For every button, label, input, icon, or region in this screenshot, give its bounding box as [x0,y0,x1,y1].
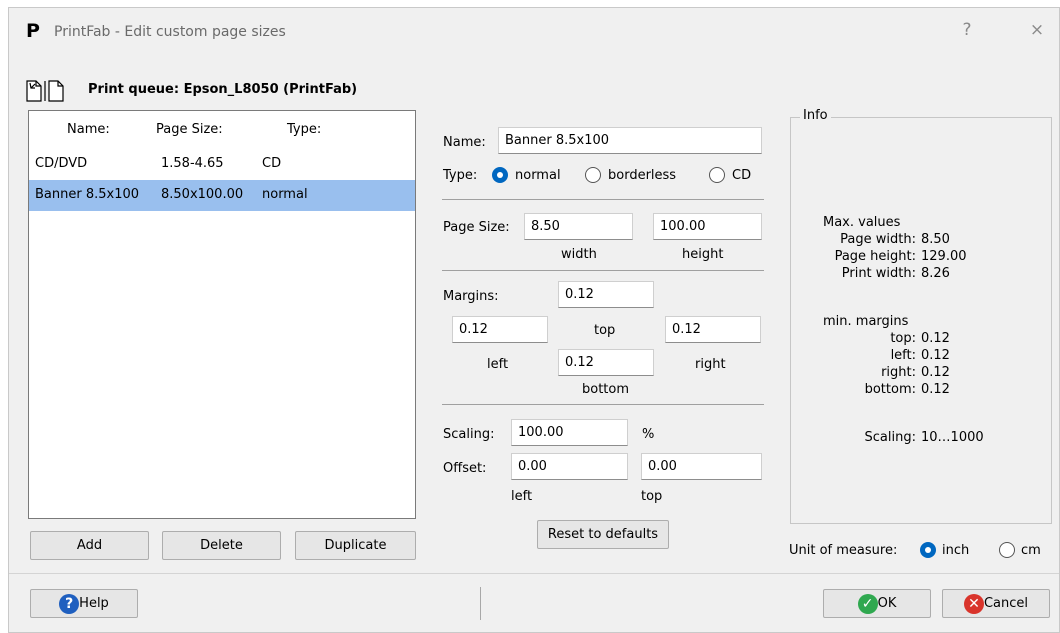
ok-button-label: OK [877,596,897,611]
margin-top-input[interactable]: 0.12 [558,281,654,308]
min-top-value: 0.12 [921,331,950,346]
min-right-label: right: [881,365,916,380]
height-caption: height [682,247,724,262]
max-page-width-label: Page width: [840,232,916,247]
type-cd-label[interactable]: CD [732,168,751,183]
type-borderless-label[interactable]: borderless [608,168,676,183]
min-left-label: left: [890,348,916,363]
margin-right-input[interactable]: 0.12 [665,316,761,343]
page-size-list[interactable]: Name: Page Size: Type: CD/DVD 1.58-4.65 … [28,110,416,519]
type-normal-radio[interactable] [492,167,508,183]
right-caption: right [695,357,726,372]
margins-label: Margins: [443,289,499,304]
dialog-window: P PrintFab - Edit custom page sizes ? × … [8,7,1060,633]
cancel-button-label: Cancel [983,596,1029,611]
name-input[interactable]: Banner 8.5x100 [498,127,762,154]
help-button[interactable]: ? Help [30,589,138,618]
help-button-label: Help [79,596,109,611]
print-queue-icon [26,80,64,102]
checkmark-icon: ✓ [857,593,878,614]
unit-cm-label[interactable]: cm [1021,543,1041,558]
print-queue-label: Print queue: Epson_L8050 (PrintFab) [88,82,358,97]
unit-inch-radio[interactable] [920,542,936,558]
list-row-cd-dvd[interactable]: CD/DVD 1.58-4.65 CD [29,149,415,180]
row-name: Banner 8.5x100 [35,187,140,202]
type-normal-label[interactable]: normal [515,168,561,183]
divider [442,199,764,200]
scaling-range-value: 10…1000 [921,430,984,445]
add-button[interactable]: Add [30,531,149,560]
margin-bottom-input[interactable]: 0.12 [558,349,654,376]
unit-cm-radio[interactable] [999,542,1015,558]
min-bottom-label: bottom: [864,382,916,397]
row-page-size: 1.58-4.65 [161,156,224,171]
column-header-name[interactable]: Name: [67,122,110,137]
height-input[interactable]: 100.00 [653,213,762,240]
list-row-banner[interactable]: Banner 8.5x100 8.50x100.00 normal [29,180,415,211]
min-bottom-value: 0.12 [921,382,950,397]
offset-top-caption: top [641,489,663,504]
scaling-label: Scaling: [443,427,495,442]
divider [442,270,764,271]
window-title: PrintFab - Edit custom page sizes [54,24,286,40]
reset-to-defaults-button[interactable]: Reset to defaults [537,520,669,549]
min-left-value: 0.12 [921,348,950,363]
max-values-heading: Max. values [823,215,901,230]
column-header-type[interactable]: Type: [287,122,321,137]
cancel-button[interactable]: ✕ Cancel [942,589,1050,618]
title-bar: P PrintFab - Edit custom page sizes ? × [9,8,1059,56]
help-title-button[interactable]: ? [952,20,982,40]
divider [442,404,764,405]
row-name: CD/DVD [35,156,88,171]
info-title: Info [800,108,831,123]
offset-top-input[interactable]: 0.00 [641,453,762,480]
scaling-input[interactable]: 100.00 [511,419,628,446]
bottom-caption: bottom [582,382,630,397]
row-page-size: 8.50x100.00 [161,187,244,202]
duplicate-button[interactable]: Duplicate [295,531,416,560]
left-caption: left [487,357,509,372]
delete-button[interactable]: Delete [162,531,281,560]
max-page-height-value: 129.00 [921,249,967,264]
type-borderless-radio[interactable] [585,167,601,183]
min-right-value: 0.12 [921,365,950,380]
cancel-icon: ✕ [963,593,984,614]
top-caption: top [594,323,616,338]
offset-label: Offset: [443,461,487,476]
max-page-width-value: 8.50 [921,232,950,247]
max-print-width-label: Print width: [841,266,916,281]
name-label: Name: [443,135,486,150]
unit-of-measure-label: Unit of measure: [789,543,898,558]
close-button[interactable]: × [1022,20,1052,40]
min-top-label: top: [890,331,916,346]
max-print-width-value: 8.26 [921,266,950,281]
offset-left-caption: left [511,489,533,504]
min-margins-heading: min. margins [823,314,909,329]
app-logo-icon: P [26,20,40,42]
offset-left-input[interactable]: 0.00 [511,453,628,480]
help-icon: ? [59,593,80,614]
max-page-height-label: Page height: [834,249,916,264]
row-type: normal [262,187,308,202]
row-type: CD [262,156,282,171]
page-size-label: Page Size: [443,220,510,235]
column-header-page-size[interactable]: Page Size: [156,122,223,137]
width-input[interactable]: 8.50 [524,213,633,240]
footer-divider [9,573,1059,574]
percent-unit: % [642,427,655,442]
type-cd-radio[interactable] [709,167,725,183]
type-label: Type: [443,168,478,183]
width-caption: width [561,247,597,262]
ok-button[interactable]: ✓ OK [823,589,931,618]
margin-left-input[interactable]: 0.12 [452,316,548,343]
unit-inch-label[interactable]: inch [942,543,969,558]
scaling-range-label: Scaling: [864,430,916,445]
footer-splitter [480,587,481,620]
